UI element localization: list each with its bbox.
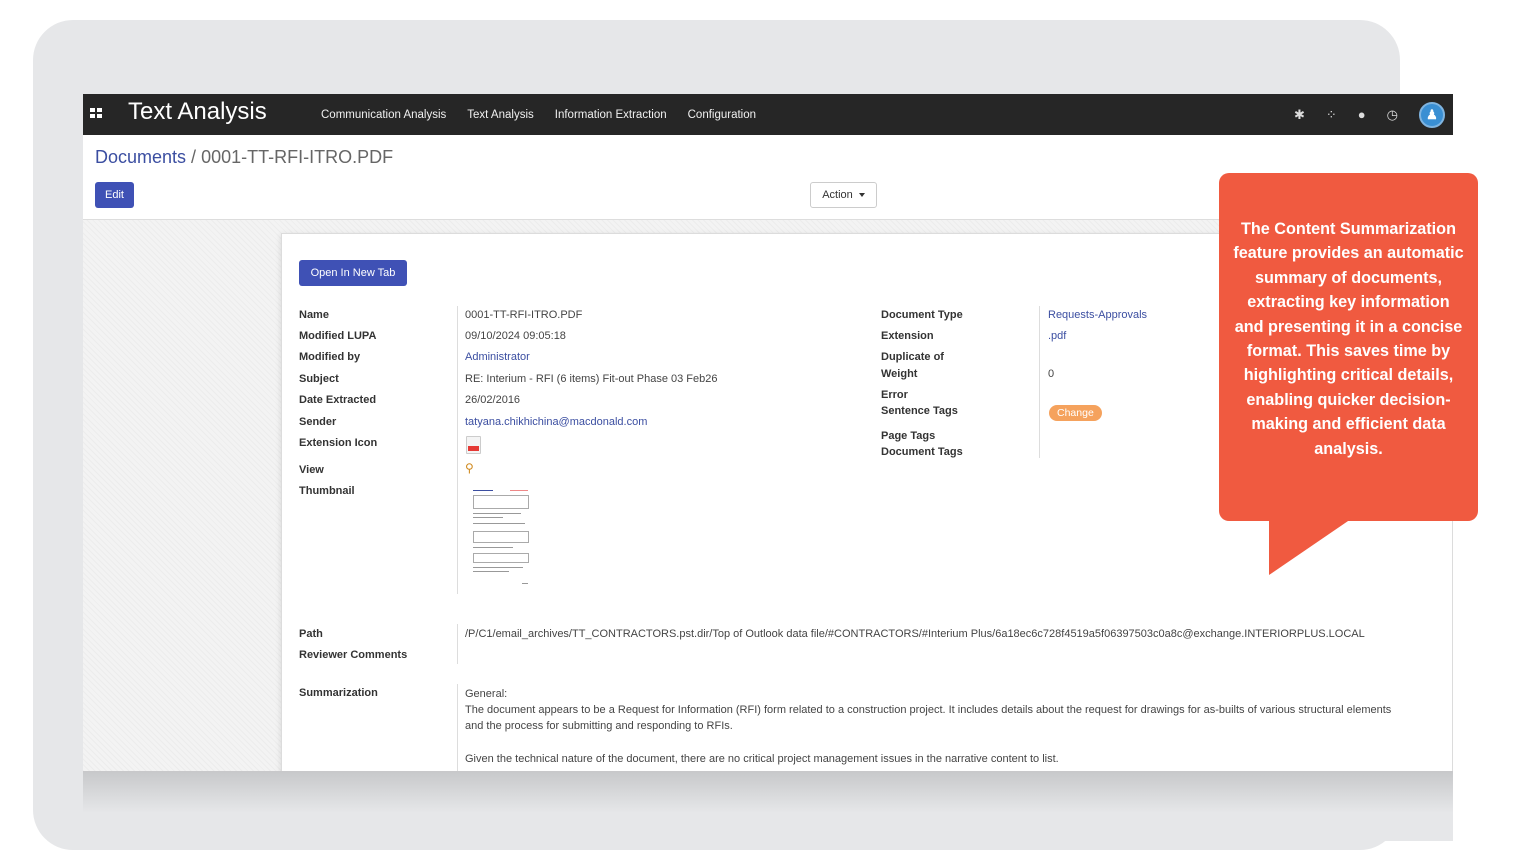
document-thumbnail[interactable] xyxy=(470,487,532,587)
menu-information-extraction[interactable]: Information Extraction xyxy=(555,109,667,121)
modified-by-link[interactable]: Administrator xyxy=(465,351,530,363)
summary-paragraph-1: The document appears to be a Request for… xyxy=(465,704,1392,732)
change-tag-button[interactable]: Change xyxy=(1049,405,1102,421)
breadcrumb-separator: / xyxy=(186,147,202,167)
open-in-new-tab-button[interactable]: Open In New Tab xyxy=(299,260,407,286)
thumbnail-label: Thumbnail xyxy=(299,485,355,497)
main-menu: Communication Analysis Text Analysis Inf… xyxy=(321,94,756,135)
action-dropdown[interactable]: Action xyxy=(810,182,877,208)
field-divider-right xyxy=(1039,306,1040,458)
name-value: 0001-TT-RFI-ITRO.PDF xyxy=(465,309,583,321)
subject-label: Subject xyxy=(299,373,339,385)
pdf-file-icon xyxy=(466,436,481,454)
feature-callout: The Content Summarization feature provid… xyxy=(1219,173,1478,521)
path-divider xyxy=(457,624,458,664)
modified-by-label: Modified by xyxy=(299,351,361,363)
weight-label: Weight xyxy=(881,368,918,380)
summarization-text: General: The document appears to be a Re… xyxy=(465,686,1405,767)
menu-communication-analysis[interactable]: Communication Analysis xyxy=(321,109,446,121)
summary-paragraph-2: Given the technical nature of the docume… xyxy=(465,753,1059,765)
bug-icon[interactable]: ✱ xyxy=(1294,107,1305,123)
top-navbar: Text Analysis Communication Analysis Tex… xyxy=(83,94,1453,135)
document-tags-label: Document Tags xyxy=(881,446,963,458)
summary-heading: General: xyxy=(465,688,508,700)
subject-value: RE: Interium - RFI (6 items) Fit-out Pha… xyxy=(465,373,718,385)
callout-text: The Content Summarization feature provid… xyxy=(1233,220,1464,458)
systray: ✱ ⁘ ● ◷ ♟ xyxy=(1294,94,1445,135)
spinner-icon[interactable]: ⁘ xyxy=(1326,107,1337,123)
modified-lupa-label: Modified LUPA xyxy=(299,330,377,342)
extension-icon-label: Extension Icon xyxy=(299,437,378,449)
chat-icon[interactable]: ● xyxy=(1358,107,1366,122)
page-tags-label: Page Tags xyxy=(881,430,936,442)
date-extracted-label: Date Extracted xyxy=(299,394,377,406)
menu-text-analysis[interactable]: Text Analysis xyxy=(467,109,533,121)
breadcrumb: Documents / 0001-TT-RFI-ITRO.PDF xyxy=(95,147,393,168)
document-type-label: Document Type xyxy=(881,309,963,321)
caret-down-icon xyxy=(858,193,865,197)
app-shadow xyxy=(83,771,1453,841)
sender-label: Sender xyxy=(299,416,337,428)
action-label: Action xyxy=(822,189,853,201)
magnifier-icon[interactable]: ⚲ xyxy=(465,461,474,475)
clock-icon[interactable]: ◷ xyxy=(1387,107,1398,123)
breadcrumb-documents[interactable]: Documents xyxy=(95,147,186,167)
callout-tail xyxy=(1269,519,1351,575)
menu-configuration[interactable]: Configuration xyxy=(688,109,756,121)
breadcrumb-current: 0001-TT-RFI-ITRO.PDF xyxy=(201,147,394,167)
avatar[interactable]: ♟ xyxy=(1419,101,1445,128)
view-label: View xyxy=(299,464,324,476)
modified-lupa-value: 09/10/2024 09:05:18 xyxy=(465,330,566,342)
summary-divider xyxy=(457,684,458,771)
weight-value: 0 xyxy=(1048,368,1055,380)
sentence-tags-label: Sentence Tags xyxy=(881,405,958,417)
summarization-label: Summarization xyxy=(299,687,378,699)
edit-button[interactable]: Edit xyxy=(95,182,134,208)
app-title: Text Analysis xyxy=(128,98,267,125)
reviewer-comments-label: Reviewer Comments xyxy=(299,649,408,661)
path-label: Path xyxy=(299,628,323,640)
extension-link[interactable]: .pdf xyxy=(1048,330,1066,342)
path-value: /P/C1/email_archives/TT_CONTRACTORS.pst.… xyxy=(465,628,1365,640)
document-type-link[interactable]: Requests-Approvals xyxy=(1048,309,1147,321)
date-extracted-value: 26/02/2016 xyxy=(465,394,521,406)
error-label: Error xyxy=(881,389,908,401)
extension-label: Extension xyxy=(881,330,934,342)
field-divider xyxy=(457,306,458,594)
duplicate-of-label: Duplicate of xyxy=(881,351,944,363)
name-label: Name xyxy=(299,309,329,321)
apps-menu-icon[interactable] xyxy=(90,108,102,118)
sender-link[interactable]: tatyana.chikhichina@macdonald.com xyxy=(465,416,647,428)
